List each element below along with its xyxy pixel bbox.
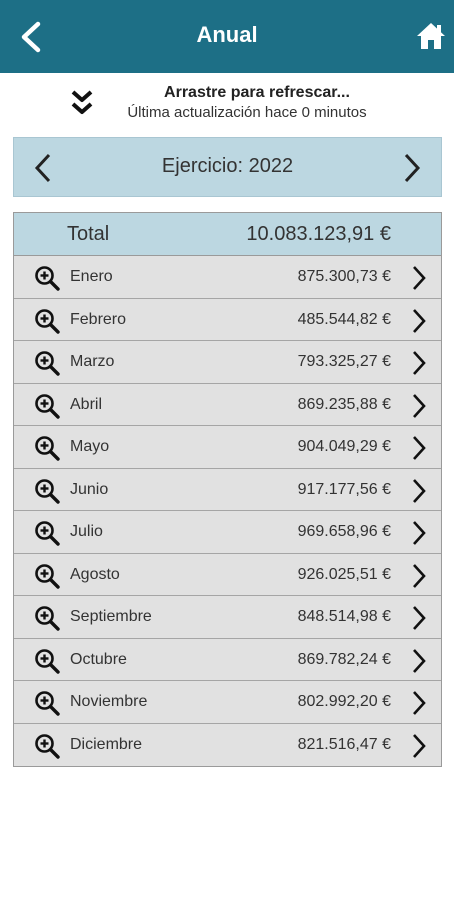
month-value: 917.177,56 € <box>297 480 391 498</box>
month-name: Noviembre <box>70 693 148 710</box>
zoom-in-icon[interactable] <box>34 393 60 419</box>
month-value: 821.516,47 € <box>297 735 391 753</box>
zoom-in-icon[interactable] <box>34 435 60 461</box>
total-row: Total 10.083.123,91 € <box>14 213 441 256</box>
month-row[interactable]: Septiembre 848.514,98 € <box>14 596 441 639</box>
month-name: Junio <box>70 480 109 498</box>
month-row[interactable]: Abril 869.235,88 € <box>14 383 441 426</box>
page-title: Anual <box>196 22 258 47</box>
month-row[interactable]: Febrero 485.544,82 € <box>14 298 441 341</box>
month-value: 848.514,98 € <box>297 608 391 625</box>
zoom-in-icon[interactable] <box>34 265 60 291</box>
month-row[interactable]: Noviembre 802.992,20 € <box>14 681 441 724</box>
month-value: 869.235,88 € <box>297 395 391 413</box>
chevron-right-icon[interactable] <box>411 307 427 335</box>
month-value: 793.325,27 € <box>297 353 391 370</box>
month-name: Diciembre <box>70 735 143 753</box>
chevron-right-icon[interactable] <box>411 647 427 675</box>
month-row[interactable]: Agosto 926.025,51 € <box>14 553 441 596</box>
month-value: 969.658,96 € <box>297 523 391 540</box>
month-row[interactable]: Marzo 793.325,27 € <box>14 341 441 384</box>
year-selector: Ejercicio: 2022 <box>13 137 442 197</box>
month-value: 875.300,73 € <box>297 268 391 285</box>
app-header: Anual <box>0 0 454 73</box>
chevron-right-icon[interactable] <box>411 562 427 590</box>
month-row[interactable]: Octubre 869.782,24 € <box>14 638 441 681</box>
month-name: Octubre <box>70 650 127 668</box>
chevron-right-icon[interactable] <box>411 689 427 717</box>
month-row[interactable]: Junio 917.177,56 € <box>14 468 441 511</box>
zoom-in-icon[interactable] <box>34 520 60 546</box>
month-name: Agosto <box>70 565 120 583</box>
chevron-right-icon[interactable] <box>411 732 427 760</box>
monthly-table: Total 10.083.123,91 € Enero 875.300,73 € F… <box>13 212 442 767</box>
month-row[interactable]: Enero 875.300,73 € <box>14 256 441 299</box>
chevron-right-icon[interactable] <box>411 392 427 420</box>
month-name: Marzo <box>70 353 115 370</box>
chevron-right-icon[interactable] <box>411 604 427 632</box>
refresh-hint: Arrastre para refrescar... <box>164 84 350 101</box>
zoom-in-icon[interactable] <box>34 733 60 759</box>
chevron-right-icon[interactable] <box>411 434 427 462</box>
zoom-in-icon[interactable] <box>34 690 60 716</box>
month-row[interactable]: Mayo 904.049,29 € <box>14 426 441 469</box>
month-name: Enero <box>70 268 113 285</box>
chevron-right-icon[interactable] <box>411 349 427 377</box>
month-name: Abril <box>70 395 103 413</box>
zoom-in-icon[interactable] <box>34 308 60 334</box>
double-chevron-down-icon <box>71 90 93 114</box>
zoom-in-icon[interactable] <box>34 350 60 376</box>
chevron-right-icon[interactable] <box>411 519 427 547</box>
month-name: Septiembre <box>70 608 152 625</box>
last-update-text: Última actualización hace 0 minutos <box>127 104 367 121</box>
zoom-in-icon[interactable] <box>34 648 60 674</box>
total-label: Total <box>67 223 110 245</box>
zoom-in-icon[interactable] <box>34 605 60 631</box>
month-value: 869.782,24 € <box>297 650 391 668</box>
month-row[interactable]: Diciembre 821.516,47 € <box>14 723 441 766</box>
month-name: Febrero <box>70 310 127 328</box>
zoom-in-icon[interactable] <box>34 478 60 504</box>
month-row[interactable]: Julio 969.658,96 € <box>14 511 441 554</box>
year-label: Ejercicio: 2022 <box>161 155 294 177</box>
zoom-in-icon[interactable] <box>34 563 60 589</box>
chevron-right-icon[interactable] <box>411 264 427 292</box>
month-value: 802.992,20 € <box>297 693 391 710</box>
month-name: Julio <box>70 523 103 540</box>
month-value: 904.049,29 € <box>297 438 391 455</box>
chevron-right-icon[interactable] <box>401 152 423 184</box>
pull-to-refresh[interactable]: Arrastre para refrescar... Última actual… <box>0 82 454 126</box>
chevron-right-icon[interactable] <box>411 477 427 505</box>
month-value: 485.544,82 € <box>297 310 391 328</box>
home-icon[interactable] <box>416 20 446 52</box>
total-value: 10.083.123,91 € <box>246 223 391 245</box>
month-name: Mayo <box>70 438 110 455</box>
month-value: 926.025,51 € <box>297 565 391 583</box>
